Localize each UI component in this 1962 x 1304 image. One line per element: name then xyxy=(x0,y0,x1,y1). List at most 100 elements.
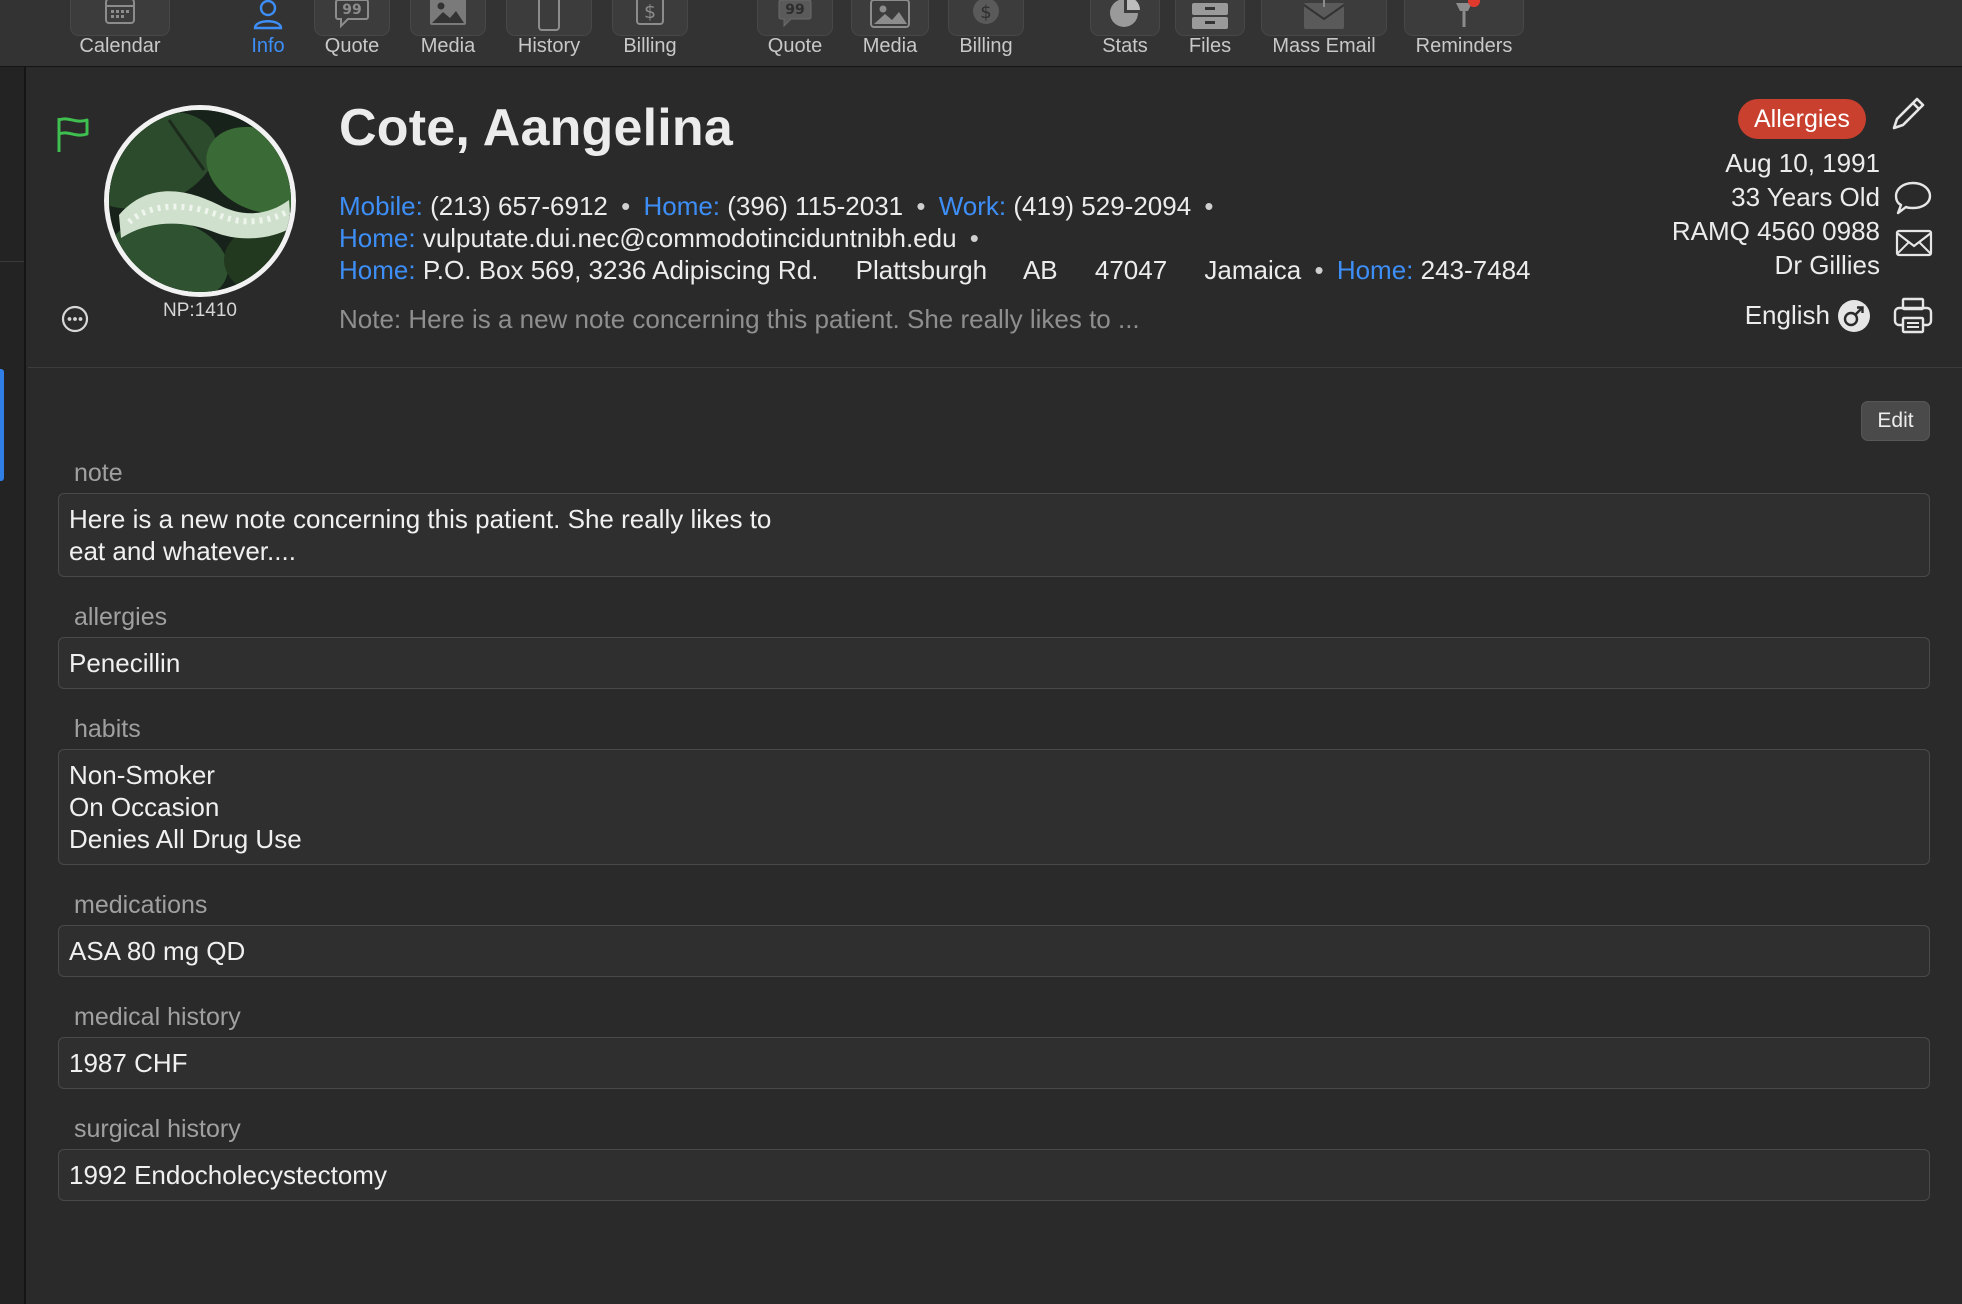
toolbar-reminders-label: Reminders xyxy=(1415,35,1513,57)
email-address[interactable]: vulputate.dui.nec@commodotinciduntnibh.e… xyxy=(423,223,957,253)
work-phone[interactable]: (419) 529-2094 xyxy=(1013,191,1191,221)
allergies-field[interactable]: Penecillin xyxy=(58,637,1930,689)
rail-divider xyxy=(0,261,24,262)
toolbar-billing-button[interactable]: $ Billing xyxy=(612,0,688,67)
mobile-label: Mobile: xyxy=(339,191,423,221)
quote-bubble-icon: 99 xyxy=(334,0,370,31)
separator-dot: • xyxy=(1204,191,1214,221)
toolbar-billing-label-2: Billing xyxy=(959,35,1013,57)
toolbar-media-label: Media xyxy=(420,35,476,57)
note-text-line: Here is a new note concerning this patie… xyxy=(69,504,772,534)
toolbar-history-label: History xyxy=(517,35,581,57)
left-sidebar-rail xyxy=(0,67,26,1304)
address-line: Home: P.O. Box 569, 3236 Adipiscing Rd. … xyxy=(339,255,1531,286)
toolbar-media-label-2: Media xyxy=(862,35,918,57)
note-field[interactable]: Here is a new note concerning this patie… xyxy=(58,493,1930,577)
ramq-number: RAMQ 4560 0988 xyxy=(1671,216,1880,246)
allergies-label: allergies xyxy=(74,603,168,631)
mobile-phone[interactable]: (213) 657-6912 xyxy=(430,191,608,221)
address-phone[interactable]: 243-7484 xyxy=(1421,255,1531,285)
toolbar-media-button-2[interactable]: Media xyxy=(850,0,930,67)
habits-field[interactable]: Non-Smoker On Occasion Denies All Drug U… xyxy=(58,749,1930,865)
medical-history-text-line: 1987 CHF xyxy=(69,1048,188,1078)
avatar-photo xyxy=(109,110,291,292)
allergies-text-line: Penecillin xyxy=(69,648,181,678)
toolbar-quote-label: Quote xyxy=(324,35,380,57)
printer-icon[interactable] xyxy=(1893,297,1933,340)
avatar[interactable] xyxy=(104,105,296,297)
habits-text-line: On Occasion xyxy=(69,792,220,822)
patient-name: Cote, Aangelina xyxy=(339,99,734,157)
phone-device-icon xyxy=(537,0,561,31)
svg-text:$: $ xyxy=(980,2,991,23)
email-label: Home: xyxy=(339,223,416,253)
surgical-history-text-line: 1992 Endocholecystectomy xyxy=(69,1160,387,1190)
habits-label: habits xyxy=(74,715,141,743)
toolbar-billing-button-2[interactable]: $ Billing xyxy=(946,0,1026,67)
toolbar-files-button[interactable]: Files xyxy=(1174,0,1246,67)
flag-icon[interactable] xyxy=(56,116,90,159)
mail-icon[interactable] xyxy=(1895,228,1933,263)
allergies-badge[interactable]: Allergies xyxy=(1738,99,1866,139)
toolbar-quote-label-2: Quote xyxy=(767,35,823,57)
toolbar-calendar-button[interactable]: Calendar xyxy=(68,0,172,67)
quote-bubble-icon: 99 xyxy=(777,0,813,31)
note-preview[interactable]: Note: Here is a new note concerning this… xyxy=(339,304,1140,335)
male-gender-icon xyxy=(1837,299,1871,338)
note-label: note xyxy=(74,459,123,487)
patient-language: English xyxy=(1744,300,1830,330)
mass-email-icon xyxy=(1302,0,1346,31)
separator-dot: • xyxy=(969,223,979,253)
toolbar-stats-button[interactable]: Stats xyxy=(1090,0,1160,67)
address-country: Jamaica xyxy=(1204,255,1302,285)
address-city: Plattsburgh xyxy=(855,255,988,285)
toolbar-billing-label: Billing xyxy=(623,35,677,57)
patient-header: NP:1410 Cote, Aangelina Mobile: (213) 65… xyxy=(28,68,1962,368)
toolbar-quote-button[interactable]: 99 Quote xyxy=(312,0,392,67)
photo-icon xyxy=(870,0,910,31)
edit-button[interactable]: Edit xyxy=(1861,401,1930,441)
toolbar-mass-email-label: Mass Email xyxy=(1272,35,1376,57)
surgical-history-label: surgical history xyxy=(74,1115,241,1143)
medications-text-line: ASA 80 mg QD xyxy=(69,936,246,966)
medications-label: medications xyxy=(74,891,208,919)
habits-text-line: Denies All Drug Use xyxy=(69,824,302,854)
chat-bubble-icon[interactable] xyxy=(1893,180,1933,221)
toolbar-info-label: Info xyxy=(251,35,285,57)
home-phone-label: Home: xyxy=(643,191,721,221)
separator-dot: • xyxy=(1314,255,1324,285)
rail-selection-marker[interactable] xyxy=(0,369,4,481)
home-phone[interactable]: (396) 115-2031 xyxy=(727,191,903,221)
pencil-icon[interactable] xyxy=(1890,96,1926,137)
toolbar-calendar-label: Calendar xyxy=(79,35,161,57)
toolbar-info-button[interactable]: Info xyxy=(240,0,296,67)
photo-icon xyxy=(429,0,467,31)
pie-chart-icon xyxy=(1107,0,1143,31)
address-province: AB xyxy=(1022,255,1058,285)
toolbar-files-label: Files xyxy=(1188,35,1232,57)
svg-text:99: 99 xyxy=(342,2,361,18)
patient-number: NP:1410 xyxy=(163,300,237,321)
attending-doctor: Dr Gillies xyxy=(1774,250,1880,280)
note-text-line: eat and whatever.... xyxy=(69,536,296,566)
more-options-icon[interactable] xyxy=(60,304,90,339)
medical-history-field[interactable]: 1987 CHF xyxy=(58,1037,1930,1089)
toolbar-stats-label: Stats xyxy=(1102,35,1148,57)
address-label: Home: xyxy=(339,255,416,285)
patient-info-window: Calendar Info 99 Quote Media History $ B… xyxy=(0,0,1962,1304)
toolbar-mass-email-button[interactable]: Mass Email xyxy=(1260,0,1388,67)
svg-text:99: 99 xyxy=(785,2,804,18)
medical-history-label: medical history xyxy=(74,1003,241,1031)
toolbar-media-button[interactable]: Media xyxy=(408,0,488,67)
habits-text-line: Non-Smoker xyxy=(69,760,215,790)
address-street[interactable]: P.O. Box 569, 3236 Adipiscing Rd. xyxy=(423,255,819,285)
medications-field[interactable]: ASA 80 mg QD xyxy=(58,925,1930,977)
toolbar: Calendar Info 99 Quote Media History $ B… xyxy=(0,0,1962,67)
surgical-history-field[interactable]: 1992 Endocholecystectomy xyxy=(58,1149,1930,1201)
toolbar-quote-button-2[interactable]: 99 Quote xyxy=(756,0,834,67)
person-icon xyxy=(252,0,284,34)
calendar-icon xyxy=(104,0,136,31)
toolbar-reminders-button[interactable]: Reminders xyxy=(1404,0,1524,67)
toolbar-history-button[interactable]: History xyxy=(504,0,594,67)
patient-age: 33 Years Old xyxy=(1731,182,1880,212)
